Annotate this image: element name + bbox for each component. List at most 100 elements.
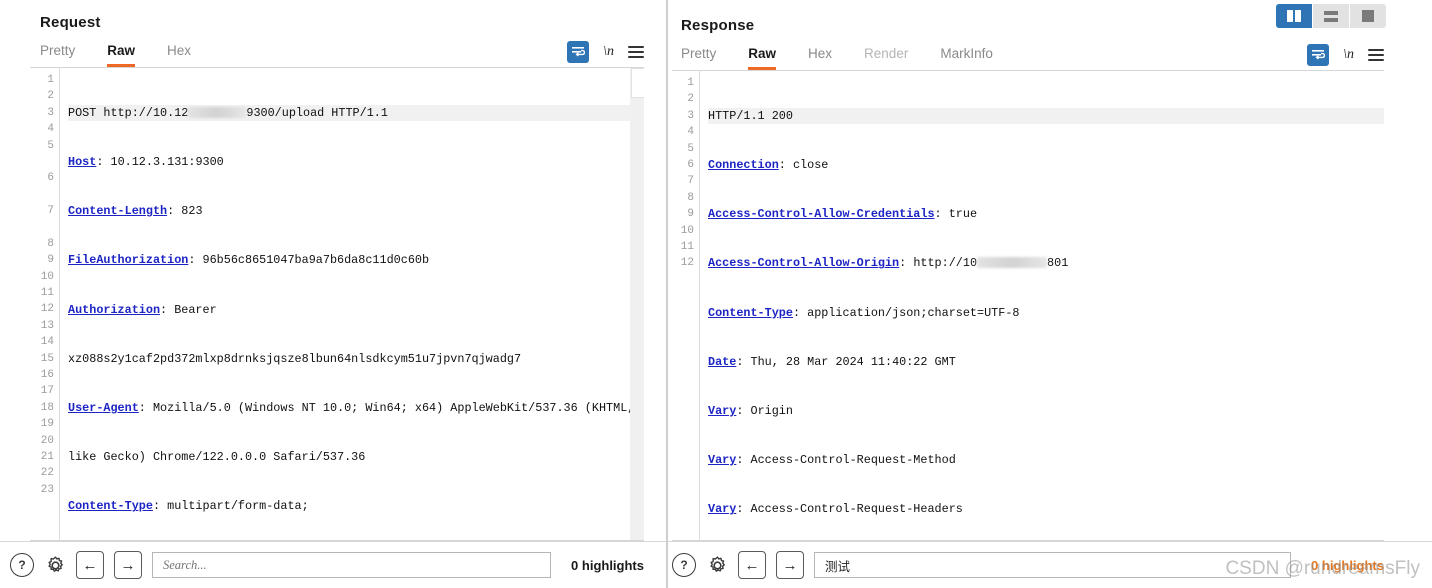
code-line: Access-Control-Allow-Credentials: true — [708, 207, 978, 222]
gutter-line: 8 — [687, 191, 694, 204]
code-line-cont: like Gecko) Chrome/122.0.0.0 Safari/537.… — [68, 450, 366, 465]
gutter-line: 15 — [40, 352, 54, 365]
response-bottombar: ? ← → 0 highlights — [666, 541, 1432, 588]
code-line: Connection: close — [708, 158, 829, 173]
request-scrollbar[interactable] — [630, 68, 644, 540]
code-line: POST http://10.12 9300/upload HTTP/1.1 — [68, 104, 644, 122]
pane-divider[interactable] — [666, 0, 668, 588]
gutter-line: 19 — [40, 418, 54, 431]
view-layout-toggle — [1276, 4, 1386, 28]
code-line: Authorization: Bearer — [68, 302, 217, 317]
search-prev-button[interactable]: ← — [76, 551, 104, 579]
gutter-line: 9 — [687, 208, 694, 221]
help-icon[interactable]: ? — [10, 553, 34, 577]
response-search-box[interactable] — [814, 552, 1292, 578]
gutter-line — [30, 154, 54, 170]
tab-request-raw[interactable]: Raw — [107, 43, 136, 67]
newline-icon[interactable]: \n — [603, 44, 614, 60]
tab-response-pretty[interactable]: Pretty — [681, 46, 716, 70]
gutter-line: 20 — [40, 434, 54, 447]
gutter-line: 5 — [687, 142, 694, 155]
gutter-line: 14 — [40, 336, 54, 349]
request-highlight-count: 0 highlights — [571, 557, 644, 573]
view-single-pane-button[interactable] — [1350, 4, 1386, 28]
gutter-line: 22 — [40, 467, 54, 480]
request-tabbar: Pretty Raw Hex \n — [0, 31, 666, 67]
menu-icon[interactable] — [1368, 49, 1384, 61]
gutter-line: 7 — [687, 175, 694, 188]
code-line: HTTP/1.1 200 — [708, 107, 1384, 125]
help-icon[interactable]: ? — [672, 553, 696, 577]
request-code[interactable]: POST http://10.12 9300/upload HTTP/1.1 Ho… — [60, 68, 644, 540]
code-line: Content-Type: multipart/form-data; — [68, 499, 309, 514]
gutter-line: 1 — [47, 74, 54, 86]
search-next-button[interactable]: → — [776, 551, 804, 579]
gutter-line: 2 — [47, 90, 54, 103]
request-title: Request — [40, 14, 101, 31]
view-split-vertical-button[interactable] — [1276, 4, 1313, 28]
code-line: Vary: Access-Control-Request-Method — [708, 453, 956, 468]
tab-response-hex[interactable]: Hex — [808, 46, 832, 70]
gutter-line: 2 — [687, 93, 694, 106]
gutter-line: 11 — [680, 240, 694, 253]
gutter-line: 12 — [40, 303, 54, 316]
gutter-line: 5 — [47, 139, 54, 152]
response-tabbar: Pretty Raw Hex Render MarkInfo \n — [666, 34, 1432, 70]
gutter-line: 17 — [40, 385, 54, 398]
request-search-box[interactable] — [152, 552, 552, 578]
gutter-line: 6 — [47, 172, 54, 185]
code-line: Content-Type: application/json;charset=U… — [708, 305, 1020, 320]
response-tab-actions: \n — [1307, 44, 1432, 70]
code-line: Date: Thu, 28 Mar 2024 11:40:22 GMT — [708, 354, 956, 369]
gutter-line: 18 — [40, 401, 54, 414]
gutter-line: 11 — [40, 287, 54, 300]
tab-request-hex[interactable]: Hex — [167, 43, 191, 67]
response-code[interactable]: HTTP/1.1 200 Connection: close Access-Co… — [700, 71, 1384, 540]
redacted-block — [977, 257, 1048, 269]
request-editor[interactable]: 1 2 3 4 5 6 7 8 9 10 11 12 13 14 15 16 1… — [30, 67, 644, 541]
request-search-input[interactable] — [161, 556, 543, 574]
gutter-line: 16 — [40, 369, 54, 382]
request-bottombar: ? ← → 0 highlights — [0, 541, 666, 588]
gutter-line: 23 — [40, 483, 54, 496]
search-next-button[interactable]: → — [114, 551, 142, 579]
code-line: FileAuthorization: 96b56c8651047ba9a7b6d… — [68, 253, 430, 268]
code-line: Access-Control-Allow-Origin: http://10 80… — [708, 256, 1069, 271]
search-prev-button[interactable]: ← — [738, 551, 766, 579]
tab-response-markinfo[interactable]: MarkInfo — [940, 46, 993, 70]
view-split-horizontal-button[interactable] — [1313, 4, 1350, 28]
code-line: Content-Length: 823 — [68, 204, 203, 219]
newline-icon[interactable]: \n — [1343, 47, 1354, 63]
request-pane: Request Pretty Raw Hex \n 1 2 3 4 5 6 7 … — [0, 0, 666, 588]
gutter-line: 8 — [47, 237, 54, 250]
tab-response-render[interactable]: Render — [864, 46, 908, 70]
word-wrap-icon[interactable] — [1307, 44, 1330, 66]
request-tab-actions: \n — [567, 41, 666, 67]
gutter-line: 12 — [680, 257, 694, 270]
gutter-line: 7 — [47, 205, 54, 218]
gutter-line: 9 — [47, 254, 54, 267]
response-pane: Response Pretty Raw Hex Render MarkInfo — [666, 0, 1432, 588]
gutter-line: 4 — [47, 123, 54, 136]
word-wrap-icon[interactable] — [567, 41, 590, 63]
response-search-input[interactable] — [823, 557, 1283, 573]
gutter-line: 4 — [687, 126, 694, 139]
response-highlight-count: 0 highlights — [1311, 557, 1384, 573]
gutter-line: 10 — [40, 270, 54, 283]
gear-icon[interactable] — [706, 554, 728, 576]
tab-request-pretty[interactable]: Pretty — [40, 43, 75, 67]
menu-icon[interactable] — [628, 46, 644, 58]
response-gutter: 1 2 3 4 5 6 7 8 9 10 11 12 — [672, 71, 700, 540]
gutter-line: 6 — [687, 158, 694, 171]
gutter-line: 13 — [40, 319, 54, 332]
gear-icon[interactable] — [44, 554, 66, 576]
response-editor[interactable]: 1 2 3 4 5 6 7 8 9 10 11 12 HTTP/1.1 200 … — [672, 70, 1384, 541]
redacted-block — [188, 106, 247, 118]
tab-response-raw[interactable]: Raw — [748, 46, 777, 70]
gutter-line: 21 — [40, 450, 54, 463]
code-line: Host: 10.12.3.131:9300 — [68, 155, 224, 170]
gutter-line: 3 — [687, 109, 694, 122]
scrollbar-thumb[interactable] — [631, 68, 644, 98]
burp-repeater-window: Request Pretty Raw Hex \n 1 2 3 4 5 6 7 … — [0, 0, 1432, 588]
gutter-line — [30, 220, 54, 236]
